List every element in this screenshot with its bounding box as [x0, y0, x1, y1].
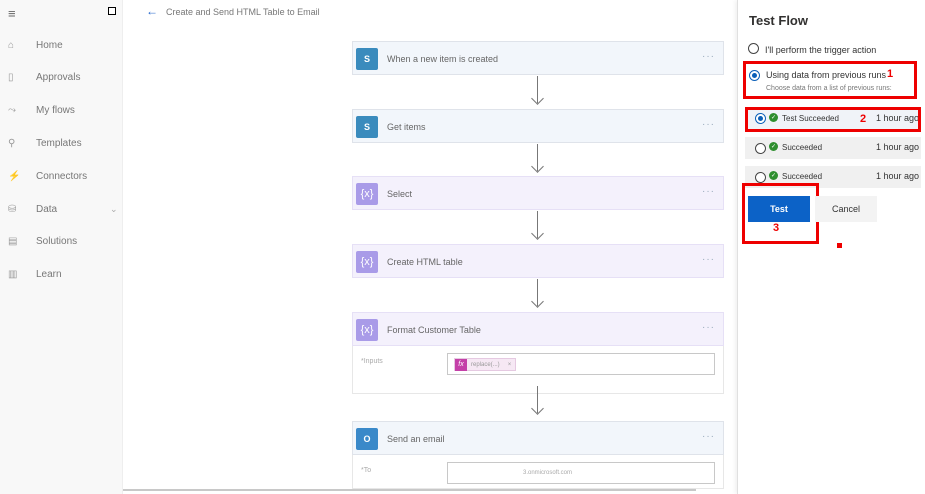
- arrow-head: [531, 402, 544, 415]
- nav-item-label: My flows: [36, 104, 75, 116]
- flow-step-get-items[interactable]: S Get items ···: [352, 109, 724, 143]
- option-previous-sublabel: Choose data from a list of previous runs…: [766, 85, 892, 92]
- test-flow-panel: Test Flow I'll perform the trigger actio…: [737, 0, 925, 494]
- more-options-icon[interactable]: ···: [702, 119, 715, 130]
- test-button[interactable]: Test: [748, 196, 810, 222]
- success-check-icon: ✓: [769, 142, 778, 151]
- flow-step-select[interactable]: {x} Select ···: [352, 176, 724, 210]
- flow-step-create-html-table[interactable]: {x} Create HTML table ···: [352, 244, 724, 278]
- flow-step-trigger[interactable]: S When a new item is created ···: [352, 41, 724, 75]
- annotation-box-1: [743, 61, 917, 99]
- arrow-head: [531, 92, 544, 105]
- nav-item-home[interactable]: ⌂ Home: [8, 36, 63, 54]
- checkbox-marker: [108, 7, 116, 15]
- more-options-icon[interactable]: ···: [702, 322, 715, 333]
- remove-token-icon[interactable]: ×: [504, 362, 516, 368]
- expression-token[interactable]: fx replace(...) ×: [454, 358, 517, 371]
- run-radio[interactable]: [755, 172, 766, 183]
- nav-item-label: Approvals: [36, 71, 81, 83]
- more-options-icon[interactable]: ···: [702, 51, 715, 62]
- step-title: Format Customer Table: [387, 325, 481, 335]
- to-field[interactable]: 3.onmicrosoft.com: [447, 462, 715, 484]
- more-options-icon[interactable]: ···: [702, 186, 715, 197]
- run-status: Succeeded: [782, 172, 823, 181]
- back-arrow-icon[interactable]: ←: [146, 4, 158, 18]
- sharepoint-icon: S: [356, 116, 378, 138]
- radio-previous-runs[interactable]: [749, 70, 760, 81]
- success-check-icon: ✓: [769, 171, 778, 180]
- nav-item-label: Templates: [36, 137, 82, 149]
- page-title: Create and Send HTML Table to Email: [166, 7, 320, 17]
- arrow-head: [531, 295, 544, 308]
- to-label: *To: [361, 467, 372, 474]
- variable-icon: {x}: [356, 251, 378, 273]
- solutions-icon: ▤: [8, 235, 18, 247]
- step-title: Select: [387, 189, 413, 199]
- variable-icon: {x}: [356, 183, 378, 205]
- nav-item-learn[interactable]: ▥ Learn: [8, 265, 62, 283]
- run-time: 1 hour ago: [875, 142, 919, 152]
- compose-card-body: *Inputs fx replace(...) ×: [352, 346, 724, 394]
- nav-item-templates[interactable]: ⚲ Templates: [8, 134, 82, 152]
- nav-item-data[interactable]: ⛁ Data ⌄: [8, 200, 118, 218]
- annotation-number-2: 2: [860, 113, 867, 125]
- annotation-box-2: [745, 107, 921, 132]
- panel-title: Test Flow: [749, 13, 808, 28]
- data-icon: ⛁: [8, 203, 17, 215]
- nav-item-label: Home: [36, 39, 63, 51]
- step-title: When a new item is created: [387, 54, 499, 64]
- step-title: Create HTML table: [387, 257, 463, 267]
- run-row-succeeded-1[interactable]: ✓ Succeeded 1 hour ago: [745, 137, 921, 159]
- flow-step-format-customer-table[interactable]: {x} Format Customer Table ···: [352, 312, 724, 346]
- hamburger-menu-icon[interactable]: ≡: [8, 6, 16, 21]
- step-title: Send an email: [387, 434, 445, 444]
- horizontal-scrollbar[interactable]: [123, 489, 696, 491]
- arrow-head: [531, 227, 544, 240]
- to-value: 3.onmicrosoft.com: [523, 470, 573, 476]
- run-radio[interactable]: [755, 143, 766, 154]
- email-card-body: *To 3.onmicrosoft.com: [352, 455, 724, 489]
- cancel-button[interactable]: Cancel: [815, 196, 877, 222]
- nav-item-my-flows[interactable]: ⤳ My flows: [8, 101, 75, 119]
- function-icon: fx: [455, 358, 467, 371]
- more-options-icon[interactable]: ···: [702, 254, 715, 265]
- flow-step-send-email[interactable]: O Send an email ···: [352, 421, 724, 455]
- option-manual-label: I'll perform the trigger action: [765, 45, 877, 55]
- flows-icon: ⤳: [8, 104, 16, 116]
- nav-item-label: Connectors: [36, 170, 88, 182]
- learn-icon: ▥: [8, 268, 18, 280]
- templates-icon: ⚲: [8, 137, 16, 149]
- home-icon: ⌂: [8, 39, 15, 51]
- variable-icon: {x}: [356, 319, 378, 341]
- more-options-icon[interactable]: ···: [702, 431, 715, 442]
- connectors-icon: ⚡: [8, 170, 21, 182]
- run-time: 1 hour ago: [875, 171, 919, 181]
- arrow-head: [531, 160, 544, 173]
- left-nav: ≡ ⌂ Home ▯ Approvals ⤳ My flows ⚲ Templa…: [0, 0, 123, 494]
- outlook-icon: O: [356, 428, 378, 450]
- annotation-number-3: 3: [773, 222, 780, 234]
- annotation-marker: [837, 243, 842, 248]
- step-title: Get items: [387, 122, 426, 132]
- option-previous-label: Using data from previous runs: [766, 70, 887, 80]
- sharepoint-icon: S: [356, 48, 378, 70]
- inputs-field[interactable]: fx replace(...) ×: [447, 353, 715, 375]
- nav-item-solutions[interactable]: ▤ Solutions: [8, 232, 77, 250]
- radio-manual-trigger[interactable]: [748, 43, 759, 54]
- run-status: Succeeded: [782, 143, 823, 152]
- inputs-label: *Inputs: [361, 358, 383, 365]
- token-text: replace(...): [471, 361, 500, 368]
- nav-item-connectors[interactable]: ⚡ Connectors: [8, 167, 87, 185]
- nav-item-label: Solutions: [36, 235, 78, 247]
- nav-item-label: Data: [36, 203, 58, 215]
- nav-item-approvals[interactable]: ▯ Approvals: [8, 68, 80, 86]
- approvals-icon: ▯: [8, 71, 14, 83]
- annotation-number-1: 1: [887, 68, 894, 80]
- chevron-down-icon[interactable]: ⌄: [110, 204, 118, 215]
- nav-item-label: Learn: [36, 268, 62, 280]
